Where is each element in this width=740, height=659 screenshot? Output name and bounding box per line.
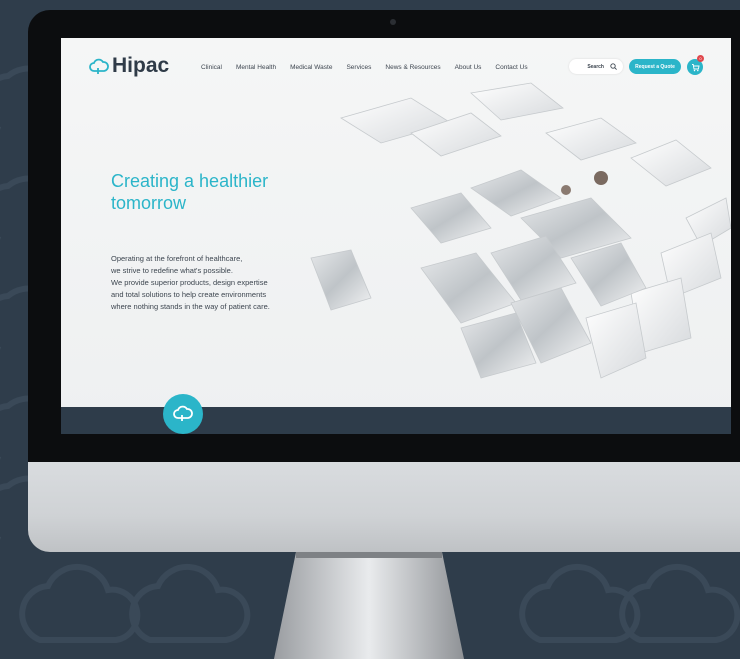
monitor-chin: [28, 462, 740, 552]
cart-count-badge: 0: [697, 55, 704, 62]
webcam-dot: [390, 19, 396, 25]
brand-logo[interactable]: Hipac: [89, 54, 169, 78]
search-icon: [610, 63, 617, 70]
cloud-logo-icon: [89, 58, 109, 74]
hero-title: Creating a healthier tomorrow: [111, 171, 269, 213]
nav-link-about-us[interactable]: About Us: [455, 64, 482, 71]
hero-tile-collage: [310, 82, 731, 379]
nav-link-clinical[interactable]: Clinical: [201, 64, 222, 71]
nav-link-contact-us[interactable]: Contact Us: [495, 64, 527, 71]
nav-link-medical-waste[interactable]: Medical Waste: [290, 64, 332, 71]
request-quote-button[interactable]: Request a Quote: [629, 59, 681, 74]
cloud-badge-icon: [173, 405, 193, 421]
footer-logo-badge[interactable]: [163, 394, 203, 434]
nav-link-news-resources[interactable]: News & Resources: [385, 64, 440, 71]
cart-icon: [691, 63, 700, 71]
nav-link-services[interactable]: Services: [346, 64, 371, 71]
nav-links: Clinical Mental Health Medical Waste Ser…: [201, 64, 542, 71]
monitor-stand: [274, 552, 464, 659]
brand-name: Hipac: [112, 54, 170, 77]
website-screen: Hipac Clinical Mental Health Medical Was…: [61, 38, 731, 434]
footer-band: [61, 407, 731, 434]
search-box[interactable]: Search: [569, 59, 623, 74]
nav-link-mental-health[interactable]: Mental Health: [236, 64, 276, 71]
search-label: Search: [587, 63, 604, 70]
